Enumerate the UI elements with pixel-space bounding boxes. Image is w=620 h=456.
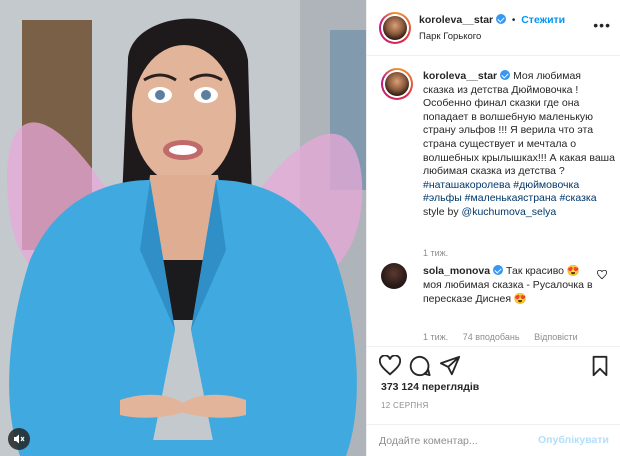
save-bookmark-icon[interactable] (589, 355, 611, 377)
post-video[interactable] (0, 0, 366, 456)
author-line: koroleva__star • Стежити (419, 14, 565, 26)
reply-button[interactable]: Відповісти (534, 332, 578, 342)
verified-icon (500, 70, 511, 80)
post-comment-button[interactable]: Опублікувати (538, 434, 609, 446)
post-actions: 373 124 переглядів 12 СЕРПНЯ (367, 346, 620, 430)
verified-icon (496, 14, 507, 24)
post-location[interactable]: Парк Горького (419, 31, 481, 42)
view-count[interactable]: 373 124 переглядів (381, 381, 479, 393)
comment-likes[interactable]: 74 вподобань (463, 332, 520, 342)
like-heart-icon[interactable] (379, 355, 401, 377)
separator-dot: • (511, 15, 516, 26)
caption-text: koroleva__star Моя любимая сказка из дет… (423, 70, 615, 220)
caption-body: Моя любимая сказка из детства Дюймовочка… (423, 70, 615, 178)
post-date[interactable]: 12 СЕРПНЯ (381, 401, 429, 410)
speaker-muted-icon (14, 434, 25, 444)
follow-button[interactable]: Стежити (521, 14, 565, 26)
share-paper-plane-icon[interactable] (439, 355, 461, 377)
style-by-label: style by (423, 205, 459, 218)
post-sidebar: koroleva__star • Стежити Парк Горького •… (366, 0, 620, 456)
more-horizontal-icon[interactable]: ••• (593, 18, 611, 32)
caption-username[interactable]: koroleva__star (423, 70, 497, 82)
comment-meta: 1 тиж. 74 вподобань Відповісти (423, 332, 590, 342)
mute-button[interactable] (8, 428, 30, 450)
author-avatar[interactable] (379, 12, 411, 44)
like-comment-heart-icon[interactable] (597, 270, 607, 280)
verified-icon (493, 265, 504, 275)
comment-time[interactable]: 1 тиж. (423, 332, 448, 342)
post-header: koroleva__star • Стежити Парк Горького •… (367, 0, 620, 56)
comment-text: sola_monova Так красиво 😍 моя любимая ск… (423, 264, 593, 306)
video-frame (0, 0, 366, 456)
caption-hashtags[interactable]: #наташакоролева #дюймовочка #эльфы #мале… (423, 179, 597, 205)
commenter-avatar[interactable] (381, 263, 407, 289)
comment-bubble-icon[interactable] (409, 355, 431, 377)
caption-avatar[interactable] (381, 68, 413, 100)
caption-time[interactable]: 1 тиж. (423, 248, 448, 258)
add-comment-bar: Опублікувати (367, 424, 620, 456)
style-by-handle[interactable]: @kuchumova_selya (462, 206, 557, 218)
author-username[interactable]: koroleva__star (419, 14, 493, 26)
comments-list[interactable]: koroleva__star Моя любимая сказка из дет… (367, 56, 620, 346)
comment-input[interactable] (379, 431, 529, 451)
commenter-username[interactable]: sola_monova (423, 265, 490, 277)
